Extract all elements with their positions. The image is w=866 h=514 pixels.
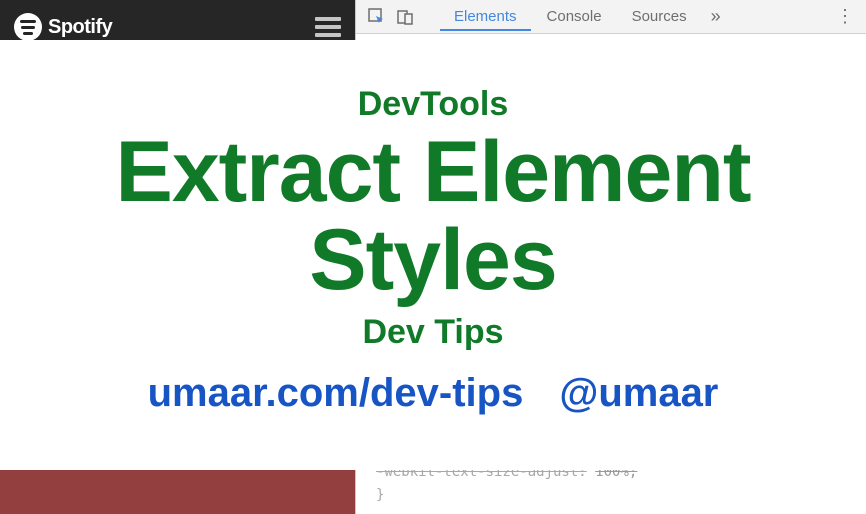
tab-console[interactable]: Console [533, 2, 616, 31]
link-site[interactable]: umaar.com/dev-tips [148, 371, 524, 416]
hamburger-menu-icon[interactable] [315, 17, 341, 37]
inspect-element-icon[interactable] [364, 4, 390, 30]
title-card-overlay: DevTools Extract Element Styles Dev Tips… [0, 40, 866, 470]
overlay-subtitle: Dev Tips [362, 312, 503, 353]
link-twitter-handle[interactable]: @umaar [559, 371, 718, 416]
overlay-kicker: DevTools [358, 84, 509, 125]
devtools-tabbar: Elements Console Sources » ⋮ [356, 0, 866, 34]
device-toolbar-icon[interactable] [392, 4, 418, 30]
kebab-menu-icon[interactable]: ⋮ [832, 4, 858, 30]
tab-elements[interactable]: Elements [440, 2, 531, 31]
tab-sources[interactable]: Sources [618, 2, 701, 31]
spotify-logo[interactable]: Spotify [14, 13, 112, 41]
css-line: } [376, 484, 637, 506]
overlay-links: umaar.com/dev-tips @umaar [148, 371, 719, 416]
more-tabs-icon[interactable]: » [703, 4, 729, 30]
spotify-icon [14, 13, 42, 41]
overlay-title: Extract Element Styles [20, 129, 846, 304]
spotify-brand-text: Spotify [48, 16, 112, 39]
